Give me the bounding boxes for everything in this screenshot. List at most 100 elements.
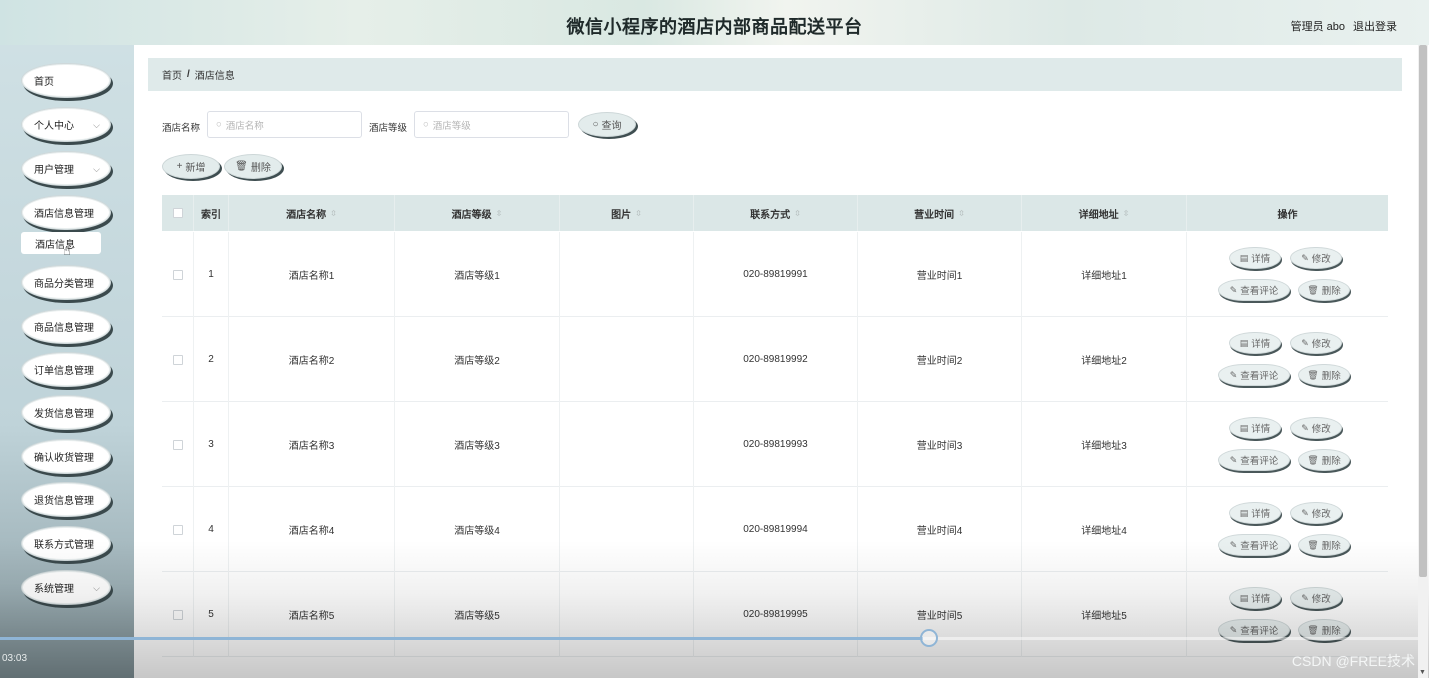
add-button[interactable]: + 新增 [162,154,220,179]
view-comments-button[interactable]: ✎ 查看评论 [1218,364,1290,386]
hotel-table: 索引 酒店名称 ⇳ 酒店等级 ⇳ 图片 ⇳ 联系方式 ⇳ 营业时间 ⇳ 详细地址 ⇳ 操作 … [162,195,1388,678]
plus-icon: + [176,161,183,172]
edit-button[interactable]: ✎ 修改 [1290,587,1342,609]
edit-button[interactable]: ✎ 修改 [1290,332,1342,354]
sidebar-item-shipping[interactable]: 发货信息管理 [21,395,111,430]
column-header-label: 联系方式 [750,209,791,221]
breadcrumb-separator: / [187,69,190,80]
video-progress-track[interactable] [0,637,1420,640]
pencil-icon: ✎ [1229,284,1238,295]
hotel-level-input[interactable]: ○ 酒店等级 [414,111,569,138]
pencil-icon: ✎ [1301,422,1309,433]
query-button[interactable]: ○ 查询 [578,112,636,137]
cell-address: 详细地址4 [1022,487,1187,572]
table-row: 1 酒店名称1 酒店等级1 020-89819991 营业时间1 详细地址1 ▤ 详情 ✎ 修改 ✎… [162,232,1388,317]
row-checkbox[interactable] [172,354,183,365]
column-header-image[interactable]: 图片 ⇳ [560,195,694,231]
row-checkbox[interactable] [172,609,183,620]
logout-link[interactable]: 退出登录 [1353,18,1397,34]
select-all-checkbox[interactable] [172,208,183,218]
video-progress-handle[interactable] [920,629,938,647]
trash-icon: 🗑 [235,161,248,172]
detail-button[interactable]: ▤ 详情 [1229,247,1281,269]
cell-level: 酒店等级2 [395,317,560,402]
sidebar-item-returns[interactable]: 退货信息管理 [21,482,111,517]
document-icon: ▤ [1239,252,1249,263]
pencil-icon: ✎ [1301,337,1309,348]
cell-select [162,232,194,317]
current-user: 管理员 abo [1290,21,1345,33]
view-comments-button-label: 查看评论 [1240,456,1279,467]
hotel-name-label: 酒店名称 [162,123,201,134]
cell-actions: ▤ 详情 ✎ 修改 ✎ 查看评论 🗑 删除 [1187,487,1388,572]
video-progress-fill [0,637,923,640]
delete-button-label: 删除 [1321,541,1341,552]
view-comments-button-label: 查看评论 [1240,286,1279,297]
column-header-address[interactable]: 详细地址 ⇳ [1022,195,1187,231]
detail-button[interactable]: ▤ 详情 [1229,332,1281,354]
chevron-down-icon: ⌵ [93,120,100,130]
cell-level: 酒店等级3 [395,402,560,487]
sidebar-item-category[interactable]: 商品分类管理 [21,265,111,300]
cell-address: 详细地址5 [1022,572,1187,657]
delete-button[interactable]: 🗑 删除 [1298,279,1350,301]
pencil-icon: ✎ [1301,592,1309,603]
sidebar-item-hotel-info[interactable]: 酒店信息管理 [21,195,111,230]
table-row: 5 酒店名称5 酒店等级5 020-89819995 营业时间5 详细地址5 ▤ 详情 ✎ 修改 ✎… [162,572,1388,657]
edit-button[interactable]: ✎ 修改 [1290,417,1342,439]
detail-button[interactable]: ▤ 详情 [1229,417,1281,439]
view-comments-button[interactable]: ✎ 查看评论 [1218,534,1290,556]
column-header-phone[interactable]: 联系方式 ⇳ [694,195,858,231]
row-checkbox[interactable] [172,269,183,280]
sidebar-item-users[interactable]: 用户管理 ⌵ [21,151,111,186]
cell-phone: 020-89819991 [694,232,858,317]
sidebar-item-label: 个人中心 [34,121,74,132]
hotel-level-placeholder: 酒店等级 [432,120,471,132]
delete-button[interactable]: 🗑 删除 [1298,449,1350,471]
sidebar-item-profile[interactable]: 个人中心 ⌵ [21,107,111,142]
cell-name: 酒店名称2 [229,317,395,402]
delete-button[interactable]: 🗑 删除 [1298,364,1350,386]
detail-button[interactable]: ▤ 详情 [1229,502,1281,524]
view-comments-button[interactable]: ✎ 查看评论 [1218,279,1290,301]
scroll-down-icon[interactable]: ▼ [1419,669,1426,676]
trash-icon: 🗑 [1307,454,1319,465]
bulk-delete-button[interactable]: 🗑 删除 [224,154,282,179]
pencil-icon: ✎ [1301,252,1309,263]
sidebar-subitem-hotel-info[interactable]: 酒店信息 [21,232,101,254]
detail-button-label: 详情 [1251,254,1271,265]
column-header-level[interactable]: 酒店等级 ⇳ [395,195,560,231]
sort-icon: ⇳ [635,208,642,218]
sidebar-item-receipt[interactable]: 确认收货管理 [21,439,111,474]
column-header-name[interactable]: 酒店名称 ⇳ [229,195,395,231]
edit-button[interactable]: ✎ 修改 [1290,502,1342,524]
sidebar-item-label: 退货信息管理 [34,496,94,507]
row-checkbox[interactable] [172,439,183,450]
cell-image [560,572,694,657]
cell-level: 酒店等级4 [395,487,560,572]
column-header-label: 酒店名称 [286,209,327,221]
column-header-hours[interactable]: 营业时间 ⇳ [858,195,1022,231]
column-header-index: 索引 [194,195,229,231]
detail-button[interactable]: ▤ 详情 [1229,587,1281,609]
sidebar-item-contact[interactable]: 联系方式管理 [21,526,111,561]
sidebar-item-orders[interactable]: 订单信息管理 [21,352,111,387]
breadcrumb-home[interactable]: 首页 [162,67,182,82]
hotel-name-input[interactable]: ○ 酒店名称 [207,111,362,138]
sort-icon: ⇳ [495,208,503,218]
scrollbar-thumb[interactable] [1419,45,1427,577]
edit-button[interactable]: ✎ 修改 [1290,247,1342,269]
sidebar-item-system[interactable]: 系统管理 ⌵ [21,570,111,605]
sidebar-item-goods[interactable]: 商品信息管理 [21,309,111,344]
cell-image [560,317,694,402]
sidebar-item-home[interactable]: 首页 [21,63,111,98]
cell-index: 2 [194,317,229,402]
row-checkbox[interactable] [172,524,183,535]
delete-button[interactable]: 🗑 删除 [1298,534,1350,556]
delete-button-label: 删除 [1321,286,1341,297]
cell-image [560,402,694,487]
view-comments-button[interactable]: ✎ 查看评论 [1218,449,1290,471]
page-scrollbar[interactable]: ▼ [1418,45,1428,678]
search-icon: ○ [592,119,599,130]
cell-index: 1 [194,232,229,317]
